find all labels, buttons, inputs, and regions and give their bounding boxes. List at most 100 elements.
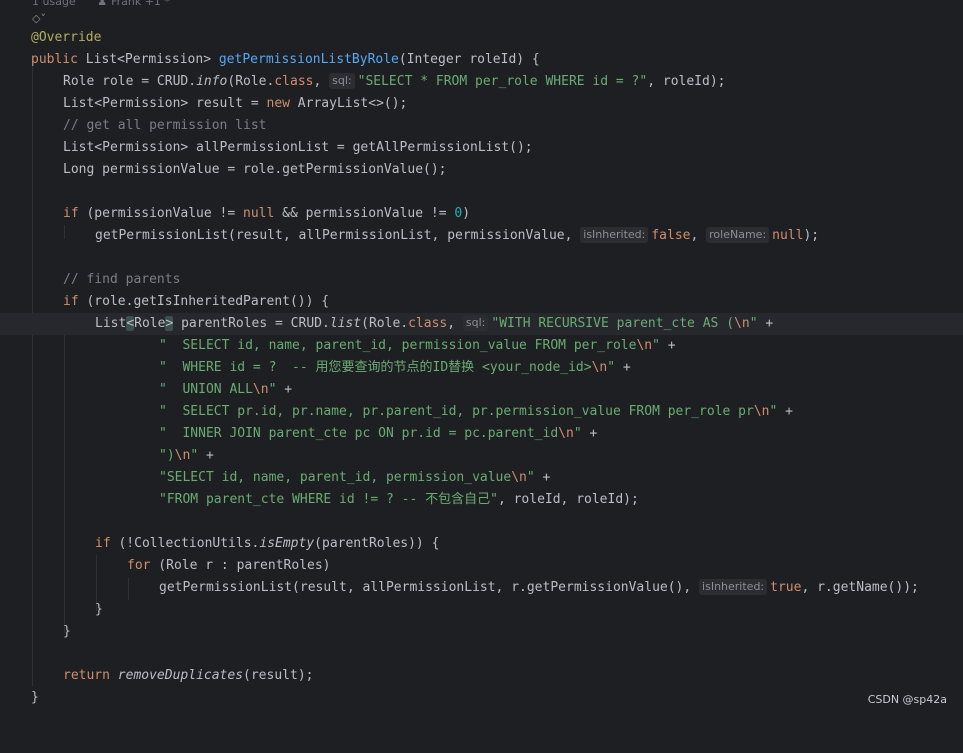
- code-line[interactable]: " SELECT id, name, parent_id, permission…: [0, 335, 963, 357]
- code-line[interactable]: List<Permission> allPermissionList = get…: [0, 137, 963, 159]
- code-token: ,: [447, 316, 463, 331]
- code-line[interactable]: }: [0, 599, 963, 621]
- code-line[interactable]: public List<Permission> getPermissionLis…: [0, 49, 963, 71]
- string-literal: "SELECT id, name, parent_id, permission_…: [159, 470, 512, 485]
- code-token: getPermissionList(result, allPermissionL…: [159, 580, 700, 595]
- code-token: List<Permission> result =: [63, 96, 267, 111]
- method-params: (Integer roleId) {: [398, 52, 540, 67]
- code-token: (Role r : parentRoles): [150, 558, 331, 573]
- string-literal: "FROM parent_cte WHERE id != ? -- 不包含自己": [159, 492, 498, 507]
- code-line[interactable]: " WHERE id = ? -- 用您要查询的节点的ID替换 <your_no…: [0, 357, 963, 379]
- authors-hint[interactable]: ♟ Frank +1 *: [97, 0, 170, 8]
- annotation-override: @Override: [31, 27, 101, 49]
- code-line[interactable]: return removeDuplicates(result);: [0, 665, 963, 687]
- code-line[interactable]: // get all permission list: [0, 115, 963, 137]
- code-line[interactable]: ")\n" +: [0, 445, 963, 467]
- code-token: info: [196, 74, 228, 89]
- method-name[interactable]: getPermissionListByRole: [219, 52, 399, 67]
- code-token: +: [659, 338, 676, 353]
- code-text: " WHERE id = ? -- 用您要查询的节点的ID替换 <your_no…: [159, 357, 631, 379]
- code-line[interactable]: Role role = CRUD.info(Role.class, sql: "S…: [0, 71, 963, 93]
- string-literal: ": [526, 470, 535, 485]
- code-line[interactable]: for (Role r : parentRoles): [0, 555, 963, 577]
- keyword: if: [95, 536, 111, 551]
- method-signature: public List<Permission> getPermissionLis…: [31, 49, 540, 71]
- code-token: (!CollectionUtils.: [110, 536, 260, 551]
- code-text: " SELECT id, name, parent_id, permission…: [159, 335, 676, 357]
- code-token: +: [276, 382, 293, 397]
- code-text: Long permissionValue = role.getPermissio…: [63, 162, 447, 177]
- code-line-current[interactable]: List<Role> parentRoles = CRUD.list(Role.…: [0, 313, 963, 335]
- usages-hint[interactable]: 1 usage: [32, 0, 76, 8]
- escape-sequence: \n: [174, 448, 191, 463]
- authors-label: Frank +1 *: [111, 0, 170, 8]
- code-line[interactable]: if (role.getIsInheritedParent()) {: [0, 291, 963, 313]
- code-text: List<Role> parentRoles = CRUD.list(Role.…: [95, 313, 773, 335]
- code-comment: // get all permission list: [63, 118, 267, 133]
- code-token: ArrayList<>();: [289, 96, 408, 111]
- code-token: && permissionValue !=: [274, 206, 455, 221]
- code-line[interactable]: "FROM parent_cte WHERE id != ? -- 不包含自己"…: [0, 489, 963, 511]
- code-line[interactable]: }: [0, 621, 963, 643]
- code-token: +: [757, 316, 774, 331]
- code-text: if (permissionValue != null && permissio…: [63, 203, 470, 225]
- code-token: (role.getIsInheritedParent()) {: [78, 294, 330, 309]
- code-token: parentRoles = CRUD.: [173, 316, 330, 331]
- escape-sequence: \n: [558, 426, 574, 441]
- code-line[interactable]: " SELECT pr.id, pr.name, pr.parent_id, p…: [0, 401, 963, 423]
- code-token: ): [462, 206, 471, 221]
- code-token: (result);: [243, 668, 314, 683]
- code-line[interactable]: if (!CollectionUtils.isEmpty(parentRoles…: [0, 533, 963, 555]
- ai-hint-icon[interactable]: ◇˅: [32, 12, 46, 25]
- code-text: if (!CollectionUtils.isEmpty(parentRoles…: [95, 533, 439, 555]
- code-line[interactable]: getPermissionList(result, allPermissionL…: [0, 225, 963, 247]
- code-text: getPermissionList(result, allPermissionL…: [95, 225, 819, 247]
- code-line[interactable]: if (permissionValue != null && permissio…: [0, 203, 963, 225]
- code-text: " INNER JOIN parent_cte pc ON pr.id = pc…: [159, 423, 597, 445]
- code-line[interactable]: Long permissionValue = role.getPermissio…: [0, 159, 963, 181]
- code-line[interactable]: getPermissionList(result, allPermissionL…: [0, 577, 963, 599]
- watermark: CSDN @sp42a: [867, 693, 947, 706]
- closing-brace: }: [63, 624, 71, 639]
- code-token: ,: [690, 228, 707, 243]
- code-text: ")\n" +: [159, 445, 214, 467]
- code-token: list: [329, 316, 362, 331]
- closing-brace: }: [95, 602, 103, 617]
- keyword: new: [266, 96, 290, 111]
- keyword: return: [63, 668, 110, 683]
- code-text: getPermissionList(result, allPermissionL…: [159, 577, 919, 599]
- string-literal: " UNION ALL: [159, 382, 253, 397]
- code-text: List<Permission> result = new ArrayList<…: [63, 93, 407, 115]
- code-token: ,: [313, 74, 330, 89]
- keyword: null: [772, 228, 804, 243]
- escape-sequence: \n: [252, 382, 269, 397]
- code-token: +: [581, 426, 598, 441]
- string-literal: "): [159, 448, 175, 463]
- string-literal: " SELECT id, name, parent_id, permission…: [159, 338, 637, 353]
- escape-sequence: \n: [511, 470, 527, 485]
- code-text: Role role = CRUD.info(Role.class, sql: "S…: [63, 71, 726, 93]
- code-line[interactable]: " UNION ALL\n" +: [0, 379, 963, 401]
- code-line[interactable]: @Override: [0, 27, 963, 49]
- code-token: (Role.: [227, 74, 275, 89]
- keyword: if: [63, 206, 79, 221]
- code-token: List: [95, 316, 127, 331]
- code-token: (Role.: [361, 316, 409, 331]
- escape-sequence: \n: [591, 360, 608, 375]
- escape-sequence: \n: [734, 316, 750, 331]
- code-vision-hints: 1 usage ♟ Frank +1 *: [32, 0, 170, 9]
- code-line[interactable]: " INNER JOIN parent_cte pc ON pr.id = pc…: [0, 423, 963, 445]
- code-token: , roleId);: [647, 74, 726, 89]
- escape-sequence: \n: [753, 404, 770, 419]
- string-literal: " SELECT pr.id, pr.name, pr.parent_id, p…: [159, 404, 754, 419]
- code-line[interactable]: // find parents: [0, 269, 963, 291]
- string-literal: ": [573, 426, 582, 441]
- inlay-hint-sql: sql:: [329, 73, 355, 89]
- code-line[interactable]: }: [0, 687, 963, 709]
- code-editor[interactable]: 1 usage ♟ Frank +1 * ◇˅ @Override public …: [0, 0, 963, 716]
- bracket-highlight: <: [126, 316, 135, 331]
- keyword: null: [243, 206, 275, 221]
- code-line[interactable]: List<Permission> result = new ArrayList<…: [0, 93, 963, 115]
- keyword: public: [31, 52, 78, 67]
- code-line[interactable]: "SELECT id, name, parent_id, permission_…: [0, 467, 963, 489]
